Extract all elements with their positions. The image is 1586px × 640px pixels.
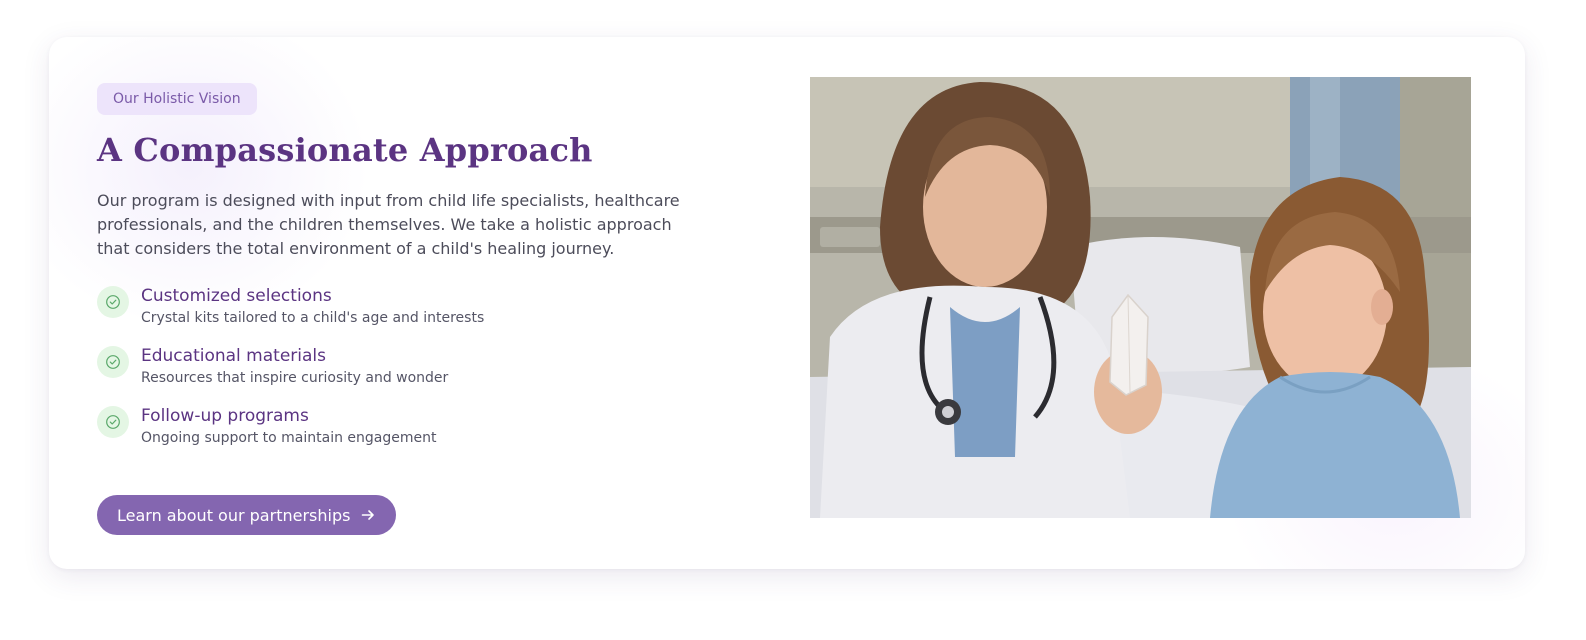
feature-list: Customized selections Crystal kits tailo…	[97, 285, 717, 465]
feature-subtitle: Resources that inspire curiosity and won…	[141, 370, 449, 386]
feature-title: Follow-up programs	[141, 406, 309, 426]
feature-item: Educational materials Resources that ins…	[97, 345, 717, 405]
section-description: Our program is designed with input from …	[97, 191, 680, 258]
check-circle-icon	[97, 286, 129, 318]
feature-text: Educational materials Resources that ins…	[141, 345, 448, 388]
content-column: Our Holistic Vision A Compassionate Appr…	[97, 83, 717, 535]
feature-subtitle: Ongoing support to maintain engagement	[141, 430, 437, 446]
section-title: A Compassionate Approach	[97, 131, 593, 169]
feature-text: Customized selections Crystal kits tailo…	[141, 285, 484, 328]
feature-item: Customized selections Crystal kits tailo…	[97, 285, 717, 345]
feature-text: Follow-up programs Ongoing support to ma…	[141, 405, 436, 448]
arrow-right-icon	[360, 507, 376, 523]
section-badge: Our Holistic Vision	[97, 83, 257, 115]
check-circle-icon	[97, 346, 129, 378]
feature-subtitle: Crystal kits tailored to a child's age a…	[141, 310, 485, 326]
feature-title: Customized selections	[141, 286, 332, 306]
feature-title: Educational materials	[141, 346, 326, 366]
check-circle-icon	[97, 406, 129, 438]
holistic-vision-card: Our Holistic Vision A Compassionate Appr…	[49, 37, 1525, 569]
learn-partnerships-button[interactable]: Learn about our partnerships	[97, 495, 397, 535]
doctor-patient-photo	[810, 77, 1471, 518]
feature-item: Follow-up programs Ongoing support to ma…	[97, 405, 717, 465]
cta-label: Learn about our partnerships	[117, 505, 351, 525]
